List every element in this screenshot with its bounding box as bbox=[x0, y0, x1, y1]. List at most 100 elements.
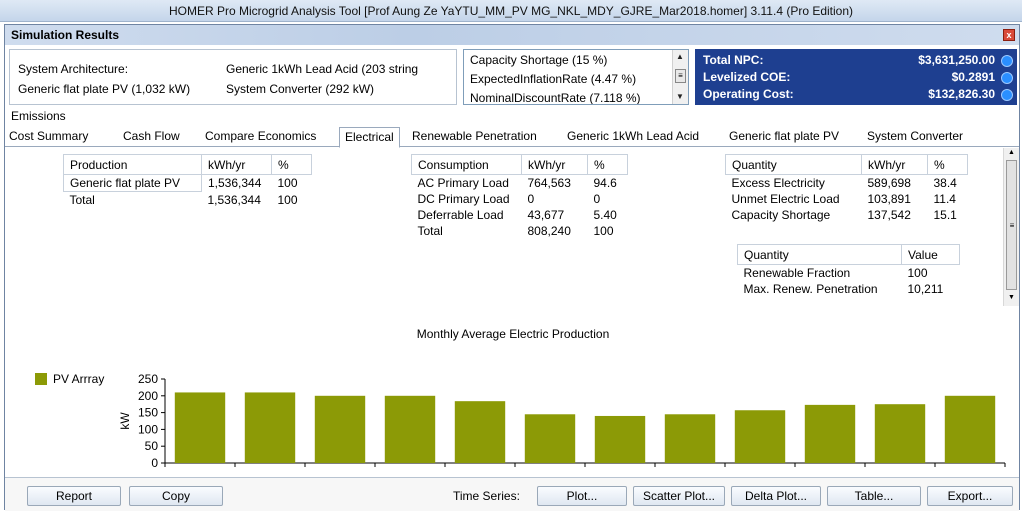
table-cell: AC Primary Load bbox=[417, 176, 509, 190]
table-header-row: Quantity kWh/yr % bbox=[725, 154, 968, 175]
column-header: Production bbox=[63, 154, 202, 175]
window-header: Simulation Results bbox=[5, 25, 1019, 45]
tab-cost-summary[interactable]: Cost Summary bbox=[9, 129, 88, 143]
table-cell: Total bbox=[417, 224, 443, 238]
table-cell: 38.4 bbox=[933, 176, 957, 190]
time-series-label: Time Series: bbox=[453, 489, 520, 503]
architecture-battery: Generic 1kWh Lead Acid (203 string bbox=[226, 62, 419, 76]
table-cell: Max. Renew. Penetration bbox=[743, 282, 878, 296]
y-tick-label: 0 bbox=[151, 456, 158, 470]
bottom-toolbar: Report Copy Time Series: Plot... Scatter… bbox=[5, 477, 1019, 511]
scroll-down-icon[interactable]: ▼ bbox=[1008, 294, 1015, 301]
bar bbox=[804, 404, 856, 463]
table-cell: 5.40 bbox=[593, 208, 617, 222]
summary-panel: Total NPC: $3,631,250.00 Levelized COE: … bbox=[695, 49, 1017, 105]
tab-renewable-penetration[interactable]: Renewable Penetration bbox=[412, 129, 537, 143]
tab-cash-flow[interactable]: Cash Flow bbox=[123, 129, 180, 143]
monthly-production-chart: Monthly Average Electric Production PV A… bbox=[5, 321, 1021, 471]
y-tick-label: 200 bbox=[138, 389, 158, 403]
x-tick-label: Jan bbox=[190, 470, 209, 471]
table-cell: Excess Electricity bbox=[731, 176, 825, 190]
table-cell: 0 bbox=[527, 192, 535, 206]
column-header: % bbox=[927, 154, 968, 175]
table-row: Unmet Electric Load 103,891 11.4 bbox=[726, 191, 968, 207]
table-cell: 10,211 bbox=[907, 282, 944, 296]
column-header: Quantity bbox=[737, 244, 902, 265]
table-cell: 808,240 bbox=[527, 224, 571, 238]
x-tick-label: Nov bbox=[889, 470, 910, 471]
export-button[interactable]: Export... bbox=[927, 486, 1013, 506]
x-tick-label: Jul bbox=[612, 470, 627, 471]
table-row: Deferrable Load 43,677 5.40 bbox=[412, 207, 628, 223]
simulation-results-window: Simulation Results x System Architecture… bbox=[4, 24, 1021, 511]
bar bbox=[944, 395, 996, 463]
bar bbox=[524, 414, 576, 463]
table-cell: 100 bbox=[593, 224, 614, 238]
table-cell: 100 bbox=[277, 176, 298, 191]
summary-label: Operating Cost: bbox=[703, 87, 794, 101]
table-cell: 1,536,344 bbox=[208, 176, 262, 191]
table-header-row: Production kWh/yr % bbox=[63, 154, 312, 175]
scroll-up-icon[interactable]: ▲ bbox=[1008, 149, 1015, 156]
info-icon[interactable] bbox=[1001, 55, 1013, 67]
summary-value: $132,826.30 bbox=[928, 87, 995, 101]
summary-label: Levelized COE: bbox=[703, 70, 791, 84]
warning-item: NominalDiscountRate (7.118 %) bbox=[470, 91, 641, 105]
table-cell: 15.1 bbox=[933, 208, 957, 222]
bar bbox=[454, 401, 506, 463]
report-button[interactable]: Report bbox=[27, 486, 121, 506]
quantity-table: Quantity kWh/yr % Excess Electricity 589,… bbox=[725, 154, 968, 223]
info-icon[interactable] bbox=[1001, 72, 1013, 84]
architecture-converter: System Converter (292 kW) bbox=[226, 82, 375, 96]
summary-row-coe: Levelized COE: $0.2891 bbox=[703, 70, 995, 86]
tab-compare-economics[interactable]: Compare Economics bbox=[205, 129, 316, 143]
table-cell: 94.6 bbox=[593, 176, 617, 190]
scroll-down-icon[interactable]: ▼ bbox=[676, 92, 684, 101]
tab-generic-flat-plate-pv[interactable]: Generic flat plate PV bbox=[729, 129, 839, 143]
app-title: HOMER Pro Microgrid Analysis Tool [Prof … bbox=[168, 3, 854, 18]
legend-swatch bbox=[35, 373, 47, 385]
column-header: Consumption bbox=[411, 154, 522, 175]
table-cell: 137,542 bbox=[867, 208, 911, 222]
bar bbox=[664, 414, 716, 463]
warning-item: ExpectedInflationRate (4.47 %) bbox=[470, 72, 637, 86]
tab-generic-lead-acid[interactable]: Generic 1kWh Lead Acid bbox=[567, 129, 699, 143]
column-header: kWh/yr bbox=[521, 154, 588, 175]
tab-electrical[interactable]: Electrical bbox=[339, 127, 400, 148]
x-tick-label: Mar bbox=[330, 470, 351, 471]
bar bbox=[594, 415, 646, 463]
scroll-thumb[interactable]: ≡ bbox=[1006, 160, 1017, 290]
warnings-scrollbar[interactable]: ▲ ≡ ▼ bbox=[672, 50, 688, 104]
table-button[interactable]: Table... bbox=[827, 486, 921, 506]
table-cell: 589,698 bbox=[867, 176, 911, 190]
bar bbox=[734, 410, 786, 463]
column-header: % bbox=[587, 154, 628, 175]
table-cell: Generic flat plate PV bbox=[63, 174, 202, 192]
tab-emissions[interactable]: Emissions bbox=[11, 109, 66, 123]
scatter-plot-button[interactable]: Scatter Plot... bbox=[633, 486, 725, 506]
consumption-table: Consumption kWh/yr % AC Primary Load 764,… bbox=[411, 154, 628, 239]
column-header: Quantity bbox=[725, 154, 862, 175]
table-cell: 43,677 bbox=[527, 208, 565, 222]
bar bbox=[874, 404, 926, 463]
table-cell: 0 bbox=[593, 192, 601, 206]
grip-icon: ≡ bbox=[1009, 221, 1015, 230]
delta-plot-button[interactable]: Delta Plot... bbox=[731, 486, 821, 506]
x-tick-label: Feb bbox=[260, 470, 281, 471]
scroll-up-icon[interactable]: ▲ bbox=[676, 52, 684, 61]
renewable-table: Quantity Value Renewable Fraction 100 Max… bbox=[737, 244, 960, 297]
table-cell: 1,536,344 bbox=[207, 192, 261, 207]
legend-label: PV Arrray bbox=[53, 372, 104, 386]
plot-button[interactable]: Plot... bbox=[537, 486, 627, 506]
tab-system-converter[interactable]: System Converter bbox=[867, 129, 963, 143]
scroll-thumb[interactable]: ≡ bbox=[675, 69, 686, 83]
copy-button[interactable]: Copy bbox=[129, 486, 223, 506]
table-row: Generic flat plate PV 1,536,344 100 bbox=[63, 174, 312, 192]
close-icon[interactable]: x bbox=[1003, 29, 1015, 41]
summary-row-operating-cost: Operating Cost: $132,826.30 bbox=[703, 87, 995, 103]
x-tick-label: Aug bbox=[679, 470, 700, 471]
bar bbox=[384, 395, 436, 463]
info-icon[interactable] bbox=[1001, 89, 1013, 101]
content-scrollbar[interactable]: ▲ ≡ ▼ bbox=[1003, 148, 1019, 306]
warnings-list[interactable]: Capacity Shortage (15 %) ExpectedInflati… bbox=[463, 49, 689, 105]
